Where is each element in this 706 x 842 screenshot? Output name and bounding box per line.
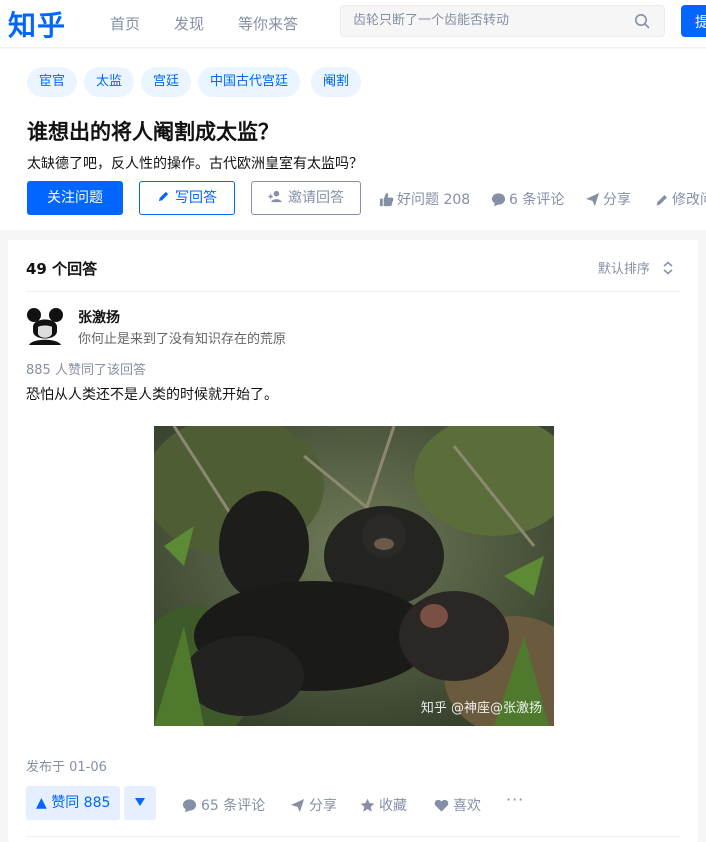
more-options-button[interactable]: ··· [506, 790, 524, 809]
question-comments-button[interactable]: 6 条评论 [491, 189, 564, 209]
question-header: 宦官 太监 宫廷 中国古代宫廷 阉割 谁想出的将人阉割成太监？ 太缺德了吧，反人… [0, 49, 706, 230]
answers-card: 49 个回答 默认排序 张激扬 你何止是来到了没有知识存在的荒原 885 人赞同… [8, 240, 698, 842]
comment-icon [182, 799, 197, 813]
invite-answer-button[interactable]: 邀请回答 [251, 181, 361, 215]
comment-icon [491, 193, 506, 207]
search-input[interactable] [353, 13, 623, 28]
write-answer-button[interactable]: 写回答 [139, 181, 235, 215]
tag-ancient-palace[interactable]: 中国古代宫廷 [198, 67, 301, 97]
triangle-down-icon [135, 798, 145, 806]
author-name[interactable]: 张激扬 [78, 307, 120, 327]
tag-palace[interactable]: 宫廷 [141, 67, 192, 97]
share-plane-icon [290, 798, 305, 813]
author-avatar[interactable] [26, 307, 64, 345]
question-comments-label: 6 条评论 [509, 192, 565, 208]
search-icon[interactable] [634, 13, 650, 29]
upvote-button[interactable]: ▲ 赞同 885 [26, 786, 120, 820]
sort-label: 默认排序 [597, 262, 650, 277]
good-question-label: 好问题 208 [397, 192, 471, 208]
question-title[interactable]: 谁想出的将人阉割成太监？ [27, 116, 279, 146]
nav-home[interactable]: 首页 [110, 13, 140, 34]
publish-time[interactable]: 发布于 01-06 [26, 756, 107, 775]
edit-question-button[interactable]: 修改问题 [655, 189, 706, 209]
pencil-icon [158, 191, 169, 202]
answer-text: 恐怕从人类还不是人类的时候就开始了。 [26, 387, 278, 403]
question-share-button[interactable]: 分享 [585, 189, 631, 209]
write-answer-label: 写回答 [175, 190, 217, 206]
collect-label: 收藏 [379, 798, 407, 814]
ask-button[interactable]: 提问 [681, 5, 706, 37]
invite-answer-label: 邀请回答 [288, 190, 344, 206]
downvote-button[interactable] [124, 786, 156, 820]
sort-chevrons-icon [663, 261, 673, 275]
answer-share-label: 分享 [309, 798, 337, 814]
vote-summary[interactable]: 885 人赞同了该回答 [26, 359, 146, 378]
like-button[interactable]: 喜欢 [434, 795, 481, 815]
like-label: 喜欢 [453, 798, 481, 814]
edit-question-label: 修改问题 [672, 192, 706, 208]
add-user-icon [268, 190, 282, 203]
answers-header: 49 个回答 默认排序 [26, 240, 680, 292]
good-question-button[interactable]: 好问题 208 [379, 189, 470, 209]
thumb-up-icon [379, 192, 394, 207]
top-navbar: 知乎 首页 发现 等你来答 提问 [0, 0, 706, 48]
edit-pencil-icon [656, 195, 667, 206]
tag-eunuch-official[interactable]: 宦官 [27, 67, 78, 97]
share-plane-icon [585, 192, 600, 207]
question-detail: 太缺德了吧，反人性的操作。古代欧洲皇室有太监吗？ [27, 156, 363, 172]
question-share-label: 分享 [603, 192, 631, 208]
heart-icon [434, 799, 449, 812]
search-box[interactable] [340, 5, 665, 37]
tag-castration[interactable]: 阉割 [311, 67, 362, 97]
nav-discover[interactable]: 发现 [174, 13, 204, 34]
answer-comments-button[interactable]: 65 条评论 [182, 795, 265, 815]
star-icon [360, 798, 375, 812]
tag-eunuch[interactable]: 太监 [84, 67, 135, 97]
nav-waiting-answers[interactable]: 等你来答 [238, 13, 298, 34]
image-watermark: 知乎 @神座@张激扬 [420, 701, 542, 716]
follow-question-button[interactable]: 关注问题 [27, 181, 123, 215]
chimpanzee-photo [154, 426, 554, 726]
author-bio: 你何止是来到了没有知识存在的荒原 [78, 332, 287, 347]
answer-share-button[interactable]: 分享 [290, 795, 337, 815]
answer-image[interactable]: 知乎 @神座@张激扬 [154, 426, 554, 726]
answer-count: 49 个回答 [26, 260, 98, 278]
answer-divider [26, 836, 680, 837]
zhihu-logo[interactable]: 知乎 [8, 4, 66, 44]
answer-comments-label: 65 条评论 [201, 798, 266, 814]
collect-button[interactable]: 收藏 [360, 795, 407, 815]
sort-dropdown[interactable]: 默认排序 [598, 258, 674, 277]
